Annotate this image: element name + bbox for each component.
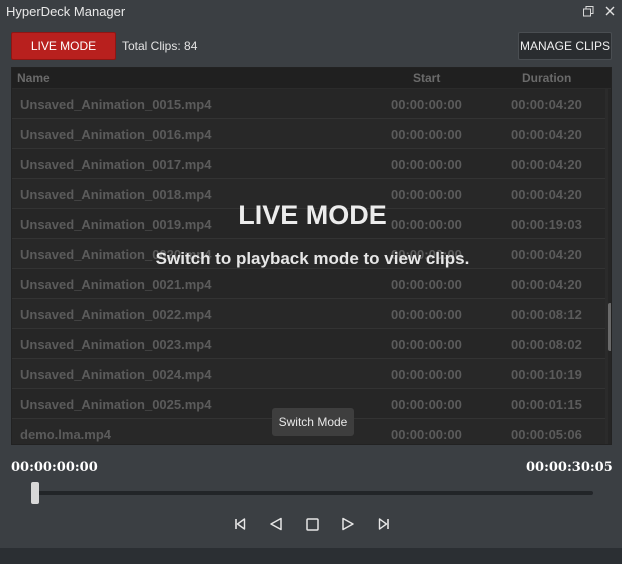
current-timecode: 00:00:00:00 <box>11 460 98 475</box>
clip-duration: 00:00:08:12 <box>511 307 582 322</box>
play-icon[interactable] <box>338 514 358 534</box>
live-mode-overlay-message: Switch to playback mode to view clips. <box>155 249 470 268</box>
skip-previous-icon[interactable] <box>230 514 250 534</box>
window-title: HyperDeck Manager <box>6 4 126 19</box>
hyperdeck-manager-window: HyperDeck Manager LIVE MODE Total Clips:… <box>0 0 622 548</box>
clip-name: demo.lma.mp4 <box>20 427 112 442</box>
clip-name: Unsaved_Animation_0017.mp4 <box>20 157 212 172</box>
table-row[interactable]: Unsaved_Animation_0015.mp4 00:00:00:00 0… <box>12 89 605 119</box>
clip-name: Unsaved_Animation_0016.mp4 <box>20 127 212 142</box>
total-timecode: 00:00:30:05 <box>526 460 613 475</box>
table-row[interactable]: Unsaved_Animation_0023.mp4 00:00:00:00 0… <box>12 329 605 359</box>
clip-start: 00:00:00:00 <box>391 337 462 352</box>
scrollbar-thumb[interactable] <box>608 303 611 351</box>
table-row[interactable]: Unsaved_Animation_0021.mp4 00:00:00:00 0… <box>12 269 605 299</box>
switch-mode-button[interactable]: Switch Mode <box>272 408 354 436</box>
column-header-duration[interactable]: Duration <box>522 71 571 85</box>
clip-name: Unsaved_Animation_0021.mp4 <box>20 277 212 292</box>
clip-start: 00:00:00:00 <box>391 397 462 412</box>
column-header-name[interactable]: Name <box>17 71 50 85</box>
stop-icon[interactable] <box>302 514 322 534</box>
table-row[interactable]: Unsaved_Animation_0024.mp4 00:00:00:00 0… <box>12 359 605 389</box>
clip-duration: 00:00:01:15 <box>511 397 582 412</box>
column-header-start[interactable]: Start <box>413 71 440 85</box>
clip-name: Unsaved_Animation_0023.mp4 <box>20 337 212 352</box>
restore-icon[interactable] <box>579 3 597 20</box>
clip-name: Unsaved_Animation_0022.mp4 <box>20 307 212 322</box>
clip-name: Unsaved_Animation_0025.mp4 <box>20 397 212 412</box>
clip-duration: 00:00:08:02 <box>511 337 582 352</box>
clip-name: Unsaved_Animation_0024.mp4 <box>20 367 212 382</box>
table-row[interactable]: Unsaved_Animation_0017.mp4 00:00:00:00 0… <box>12 149 605 179</box>
clip-start: 00:00:00:00 <box>391 157 462 172</box>
manage-clips-button[interactable]: MANAGE CLIPS <box>518 32 612 60</box>
clip-duration: 00:00:04:20 <box>511 97 582 112</box>
clip-duration: 00:00:10:19 <box>511 367 582 382</box>
clip-start: 00:00:00:00 <box>391 307 462 322</box>
bottom-strip <box>0 548 622 564</box>
table-row[interactable]: Unsaved_Animation_0016.mp4 00:00:00:00 0… <box>12 119 605 149</box>
clip-name: Unsaved_Animation_0015.mp4 <box>20 97 212 112</box>
clip-duration: 00:00:04:20 <box>511 157 582 172</box>
table-header: Name Start Duration <box>12 68 611 88</box>
clip-start: 00:00:00:00 <box>391 97 462 112</box>
playback-slider-track[interactable] <box>35 491 593 495</box>
clip-start: 00:00:00:00 <box>391 127 462 142</box>
skip-next-icon[interactable] <box>374 514 394 534</box>
table-row[interactable]: Unsaved_Animation_0022.mp4 00:00:00:00 0… <box>12 299 605 329</box>
clips-table: Name Start Duration Unsaved_Animation_00… <box>11 67 612 445</box>
play-reverse-icon[interactable] <box>266 514 286 534</box>
clip-duration: 00:00:04:20 <box>511 127 582 142</box>
close-icon[interactable] <box>601 3 619 20</box>
live-mode-button[interactable]: LIVE MODE <box>11 32 116 60</box>
title-bar: HyperDeck Manager <box>0 0 622 23</box>
playback-slider-handle[interactable] <box>31 482 39 504</box>
clip-start: 00:00:00:00 <box>391 277 462 292</box>
clip-duration: 00:00:04:20 <box>511 277 582 292</box>
clip-duration: 00:00:05:06 <box>511 427 582 442</box>
clip-start: 00:00:00:00 <box>391 367 462 382</box>
total-clips-label: Total Clips: 84 <box>122 39 198 53</box>
clip-start: 00:00:00:00 <box>391 427 462 442</box>
live-mode-overlay-title: LIVE MODE <box>238 200 387 230</box>
